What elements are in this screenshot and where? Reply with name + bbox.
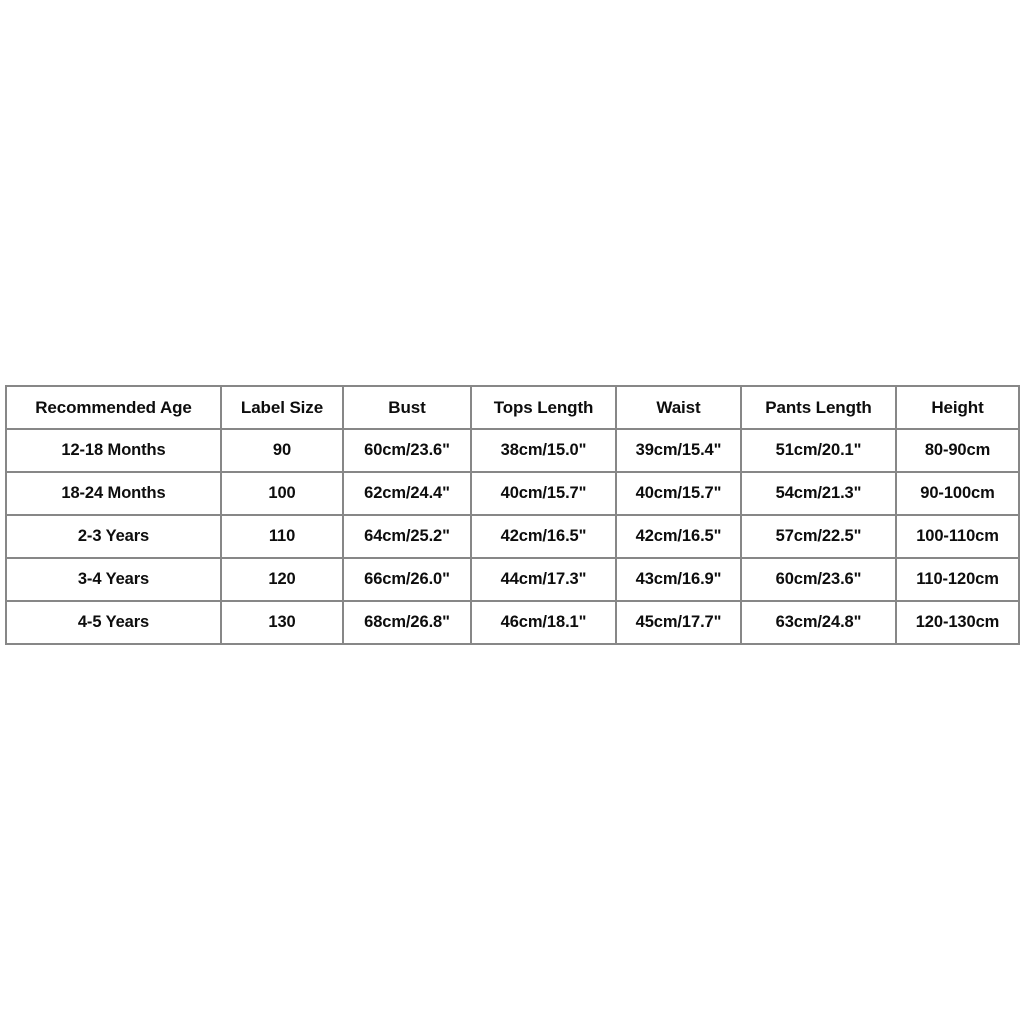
- cell-height: 80-90cm: [895, 428, 1020, 473]
- cell-tops-length: 42cm/16.5": [470, 514, 617, 559]
- cell-recommended-age: 12-18 Months: [5, 428, 222, 473]
- column-header-tops-length: Tops Length: [470, 385, 617, 430]
- size-chart-table: Recommended Age Label Size Bust Tops Len…: [5, 385, 1020, 645]
- cell-height: 110-120cm: [895, 557, 1020, 602]
- cell-tops-length: 44cm/17.3": [470, 557, 617, 602]
- cell-label-size: 100: [220, 471, 344, 516]
- cell-pants-length: 57cm/22.5": [740, 514, 897, 559]
- table-row: 4-5 Years 130 68cm/26.8" 46cm/18.1" 45cm…: [5, 600, 1020, 645]
- cell-label-size: 120: [220, 557, 344, 602]
- size-chart-container: Recommended Age Label Size Bust Tops Len…: [5, 385, 1020, 645]
- cell-pants-length: 63cm/24.8": [740, 600, 897, 645]
- column-header-pants-length: Pants Length: [740, 385, 897, 430]
- cell-height: 100-110cm: [895, 514, 1020, 559]
- cell-bust: 68cm/26.8": [342, 600, 472, 645]
- cell-waist: 40cm/15.7": [615, 471, 742, 516]
- table-body: 12-18 Months 90 60cm/23.6" 38cm/15.0" 39…: [5, 428, 1020, 645]
- cell-recommended-age: 4-5 Years: [5, 600, 222, 645]
- cell-bust: 64cm/25.2": [342, 514, 472, 559]
- page-canvas: Recommended Age Label Size Bust Tops Len…: [0, 0, 1024, 1024]
- cell-recommended-age: 2-3 Years: [5, 514, 222, 559]
- cell-height: 120-130cm: [895, 600, 1020, 645]
- table-row: 2-3 Years 110 64cm/25.2" 42cm/16.5" 42cm…: [5, 514, 1020, 559]
- table-header: Recommended Age Label Size Bust Tops Len…: [5, 385, 1020, 430]
- cell-bust: 66cm/26.0": [342, 557, 472, 602]
- table-row: 3-4 Years 120 66cm/26.0" 44cm/17.3" 43cm…: [5, 557, 1020, 602]
- cell-recommended-age: 3-4 Years: [5, 557, 222, 602]
- cell-bust: 62cm/24.4": [342, 471, 472, 516]
- cell-label-size: 90: [220, 428, 344, 473]
- cell-tops-length: 38cm/15.0": [470, 428, 617, 473]
- cell-waist: 42cm/16.5": [615, 514, 742, 559]
- column-header-bust: Bust: [342, 385, 472, 430]
- column-header-recommended-age: Recommended Age: [5, 385, 222, 430]
- column-header-waist: Waist: [615, 385, 742, 430]
- table-row: 18-24 Months 100 62cm/24.4" 40cm/15.7" 4…: [5, 471, 1020, 516]
- cell-pants-length: 51cm/20.1": [740, 428, 897, 473]
- cell-height: 90-100cm: [895, 471, 1020, 516]
- cell-tops-length: 46cm/18.1": [470, 600, 617, 645]
- cell-bust: 60cm/23.6": [342, 428, 472, 473]
- column-header-label-size: Label Size: [220, 385, 344, 430]
- cell-pants-length: 60cm/23.6": [740, 557, 897, 602]
- cell-waist: 45cm/17.7": [615, 600, 742, 645]
- cell-tops-length: 40cm/15.7": [470, 471, 617, 516]
- cell-label-size: 110: [220, 514, 344, 559]
- table-row: 12-18 Months 90 60cm/23.6" 38cm/15.0" 39…: [5, 428, 1020, 473]
- cell-label-size: 130: [220, 600, 344, 645]
- cell-waist: 39cm/15.4": [615, 428, 742, 473]
- cell-pants-length: 54cm/21.3": [740, 471, 897, 516]
- cell-waist: 43cm/16.9": [615, 557, 742, 602]
- table-header-row: Recommended Age Label Size Bust Tops Len…: [5, 385, 1020, 430]
- column-header-height: Height: [895, 385, 1020, 430]
- cell-recommended-age: 18-24 Months: [5, 471, 222, 516]
